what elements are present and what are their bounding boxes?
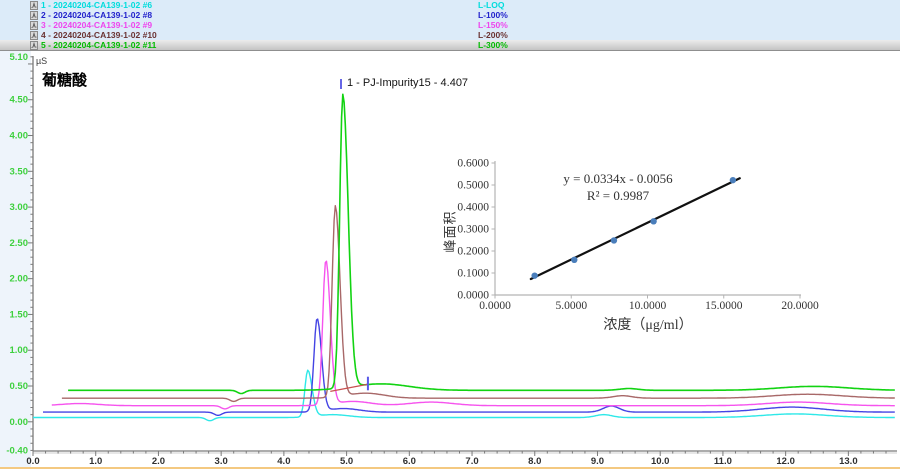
- svg-text:13.0: 13.0: [839, 456, 858, 467]
- integration-baseline-marker: [330, 384, 368, 391]
- svg-text:3.00: 3.00: [10, 202, 29, 213]
- legend-level-label: L-200%: [478, 30, 508, 40]
- legend-injection-label: 3 - 20240204-CA139-1-02 #9: [41, 20, 152, 30]
- legend-injection-label: 1 - 20240204-CA139-1-02 #6: [41, 0, 152, 10]
- svg-text:5.0: 5.0: [340, 456, 353, 467]
- chromatogram-icon: [30, 1, 38, 10]
- peak-annotation: 1 - PJ-Impurity15 - 4.407: [347, 77, 468, 89]
- svg-text:5.0000: 5.0000: [555, 300, 587, 312]
- svg-text:0.4000: 0.4000: [457, 202, 489, 214]
- svg-text:3.50: 3.50: [10, 166, 29, 177]
- svg-text:10.0000: 10.0000: [629, 300, 667, 312]
- svg-text:6.0: 6.0: [403, 456, 416, 467]
- svg-text:12.0: 12.0: [776, 456, 795, 467]
- legend-level-label: L-300%: [478, 40, 508, 50]
- svg-text:8.0: 8.0: [528, 456, 541, 467]
- legend-level-label: L-LOQ: [478, 0, 504, 10]
- chromatogram-icon: [30, 21, 38, 30]
- svg-text:1.50: 1.50: [10, 309, 29, 320]
- legend-row[interactable]: 1 - 20240204-CA139-1-02 #6 L-LOQ: [0, 0, 900, 10]
- legend-row[interactable]: 4 - 20240204-CA139-1-02 #10 L-200%: [0, 30, 900, 40]
- legend-injection-label: 5 - 20240204-CA139-1-02 #11: [41, 40, 156, 50]
- bottom-accent-line: [0, 467, 900, 469]
- svg-text:3.0: 3.0: [215, 456, 228, 467]
- legend-row[interactable]: 2 - 20240204-CA139-1-02 #8 L-100%: [0, 10, 900, 20]
- svg-text:5.10: 5.10: [10, 52, 29, 63]
- injection-legend: 1 - 20240204-CA139-1-02 #6L-LOQ2 - 20240…: [0, 0, 900, 51]
- calibration-point: [730, 177, 736, 183]
- svg-text:15.0000: 15.0000: [705, 300, 743, 312]
- calibration-inset: 0.0000 0.1000 0.2000 0.3000 0.4000 0.5000 0.60…: [428, 146, 878, 358]
- svg-text:0.50: 0.50: [10, 381, 29, 392]
- legend-level-label: L-150%: [478, 20, 508, 30]
- svg-text:1.0: 1.0: [89, 456, 102, 467]
- svg-text:0.3000: 0.3000: [457, 224, 489, 236]
- svg-text:7.0: 7.0: [465, 456, 478, 467]
- chromatogram-icon: [30, 31, 38, 40]
- legend-row[interactable]: 3 - 20240204-CA139-1-02 #9 L-150%: [0, 20, 900, 30]
- svg-text:0.5000: 0.5000: [457, 180, 489, 192]
- svg-text:1.00: 1.00: [10, 345, 29, 356]
- svg-text:-0.40: -0.40: [6, 445, 28, 456]
- svg-text:9.0: 9.0: [591, 456, 604, 467]
- compound-title: 葡糖酸: [42, 69, 87, 90]
- calibration-point: [531, 272, 537, 278]
- svg-text:2.0: 2.0: [152, 456, 165, 467]
- svg-text:0.1000: 0.1000: [457, 268, 489, 280]
- chromatogram-icon: [30, 11, 38, 20]
- calibration-xlabel: 浓度（μg/ml）: [495, 314, 801, 334]
- calibration-equation: y = 0.0334x - 0.0056: [508, 170, 728, 187]
- svg-text:4.0: 4.0: [277, 456, 290, 467]
- svg-text:0.0: 0.0: [26, 456, 39, 467]
- legend-level-label: L-100%: [478, 10, 508, 20]
- svg-text:0.00: 0.00: [10, 417, 29, 428]
- svg-text:4.00: 4.00: [10, 131, 29, 142]
- svg-text:0.6000: 0.6000: [457, 158, 489, 170]
- chromatogram-icon: [30, 41, 38, 50]
- peak-apex-tick: [340, 79, 342, 89]
- legend-injection-label: 4 - 20240204-CA139-1-02 #10: [41, 30, 157, 40]
- calibration-r-squared: R² = 0.9987: [508, 187, 728, 204]
- y-unit-label: µS: [36, 56, 47, 66]
- legend-injection-label: 2 - 20240204-CA139-1-02 #8: [41, 10, 152, 20]
- svg-text:10.0: 10.0: [651, 456, 670, 467]
- calibration-equation-block: y = 0.0334x - 0.0056 R² = 0.9987: [508, 170, 728, 204]
- svg-text:4.50: 4.50: [10, 95, 29, 106]
- svg-text:0.0000: 0.0000: [479, 300, 511, 312]
- calibration-ylabel: 峰面积: [440, 187, 459, 277]
- calibration-point: [611, 237, 617, 243]
- calibration-point: [571, 257, 577, 263]
- calibration-point: [650, 218, 656, 224]
- svg-text:20.0000: 20.0000: [781, 300, 819, 312]
- svg-text:0.2000: 0.2000: [457, 246, 489, 258]
- legend-row[interactable]: 5 - 20240204-CA139-1-02 #11 L-300%: [0, 40, 900, 50]
- chromatogram-trace-1: [33, 370, 895, 421]
- svg-text:11.0: 11.0: [714, 456, 732, 467]
- svg-text:2.00: 2.00: [10, 274, 29, 285]
- svg-text:2.50: 2.50: [10, 238, 29, 249]
